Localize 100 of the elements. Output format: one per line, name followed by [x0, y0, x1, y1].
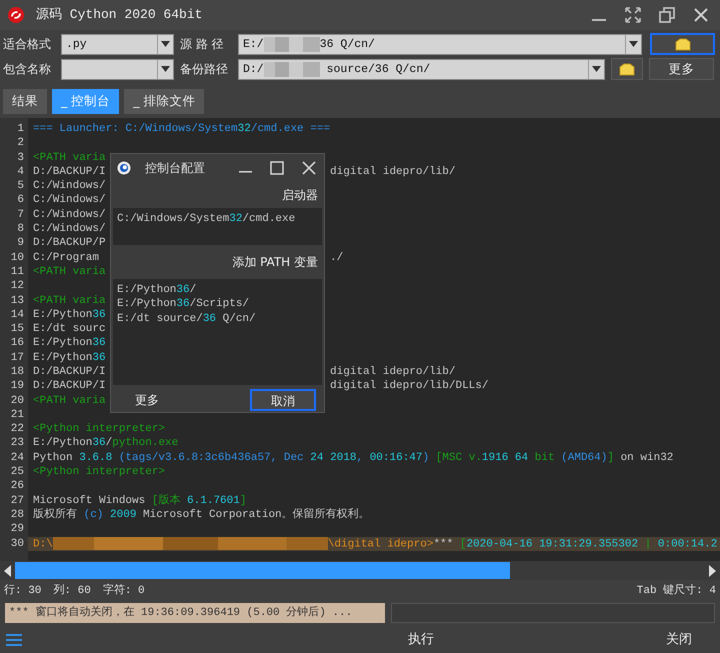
close-button[interactable] [300, 158, 318, 177]
scroll-left-icon[interactable] [3, 564, 13, 577]
line-number: 30 [10, 536, 25, 551]
field-label: 适合格式 [3, 36, 52, 52]
close-button[interactable]: 关闭 [660, 628, 698, 652]
caret-icon [161, 66, 170, 72]
code-text: <PATH varia [33, 152, 106, 164]
tab[interactable]: _ 排除文件 [124, 88, 204, 114]
caret-icon [592, 66, 601, 72]
scrollbar-thumb[interactable] [15, 562, 510, 580]
code-text: C:/Program [33, 252, 100, 264]
run-button[interactable]: 执行 [402, 628, 440, 652]
launcher-field[interactable]: C:/Windows/System32/cmd.exe [113, 208, 322, 245]
more-button[interactable]: 更多 [649, 58, 714, 80]
line-number: 26 [10, 479, 25, 494]
line-number: 29 [10, 522, 25, 537]
window-title: 源码 Cython 2020 64bit [36, 6, 202, 24]
name-select[interactable] [61, 58, 174, 80]
more-button[interactable]: 更多 [119, 388, 175, 411]
line-number: 7 [16, 208, 25, 222]
menu-icon[interactable] [6, 633, 22, 648]
input-field[interactable] [391, 603, 715, 624]
code-text: <Python interpreter> [33, 466, 166, 478]
folder-button[interactable] [611, 58, 643, 80]
field-label: 源 路 径 [180, 36, 225, 52]
line-number: 12 [10, 279, 25, 294]
line-number: 15 [10, 322, 25, 336]
line-number: 14 [10, 308, 25, 322]
line-number: 1 [16, 122, 25, 136]
code-text: C:/Windows/ [33, 180, 106, 192]
maximize-icon [268, 158, 286, 177]
dropdown-arrow[interactable] [157, 34, 173, 54]
status-text: 字符: 0 [102, 582, 145, 599]
code-text: \digital idepro>*** [2020-04-16 19:31:29.355302 | 0:00:14.2 [328, 538, 718, 550]
code-text: D:/BACKUP/I [33, 366, 106, 378]
scroll-right-icon[interactable] [707, 564, 717, 577]
line-number: 13 [10, 294, 25, 308]
code-text: C:/Windows/ [33, 223, 106, 236]
folder-icon [619, 62, 635, 76]
logo-icon [8, 6, 24, 23]
code-text: <Python interpreter> [33, 423, 166, 436]
folder-icon [674, 38, 690, 51]
format-select[interactable]: .py [61, 34, 174, 55]
dropdown-arrow[interactable] [588, 60, 604, 79]
caret-icon [161, 41, 170, 48]
section-label: 添加 PATH 变量 [231, 254, 319, 271]
redacted-block [264, 36, 320, 52]
line-number: 4 [16, 164, 25, 180]
caret-icon [629, 41, 638, 48]
code-text: 版权所有 (c) 2009 Microsoft Corporation。保留所有权利。 [33, 508, 370, 521]
dropdown-arrow[interactable] [157, 60, 173, 79]
code-text: C:/Windows/ [33, 194, 106, 206]
redacted-block [264, 62, 320, 77]
line-number: 18 [10, 364, 25, 380]
tab[interactable]: 结果 [3, 88, 47, 114]
maximize-button[interactable] [268, 158, 286, 177]
line-number: 20 [10, 394, 25, 408]
path-list-field[interactable]: E:/Python36/ E:/Python36/Scripts/ E:/dt source/36 Q/cn/ [113, 278, 322, 385]
line-number: 17 [10, 350, 25, 365]
code-text: E:/Python36/python.exe [33, 437, 178, 450]
dialog-title: 控制台配置 [145, 160, 205, 177]
line-number: 9 [16, 236, 25, 251]
status-text: 列: 60 [53, 583, 91, 599]
code-text: E:/Python36 [33, 308, 106, 321]
folder-button[interactable] [650, 33, 715, 56]
code-text: <PATH varia [33, 394, 106, 407]
line-number: 27 [10, 494, 25, 508]
code-text: digital idepro/lib/ [330, 166, 456, 178]
line-number: 19 [10, 379, 25, 394]
code-text: D:/BACKUP/P [33, 237, 106, 250]
code-text: Microsoft Windows [版本 6.1.7601] [33, 494, 246, 507]
code-text: ./ [330, 252, 344, 264]
status-text: Tab 键尺寸: 4 [636, 583, 716, 599]
dropdown-arrow[interactable] [625, 34, 641, 54]
field-label: 备份路径 [180, 61, 229, 78]
line-number: 16 [10, 336, 25, 351]
code-text: <PATH varia [33, 294, 106, 306]
line-number: 23 [10, 436, 25, 451]
line-number: 10 [10, 250, 25, 265]
line-number: 11 [10, 264, 25, 280]
line-number: 2 [16, 136, 25, 151]
line-number: 28 [10, 508, 25, 522]
close-icon [300, 158, 318, 177]
line-number: 5 [16, 179, 25, 194]
line-number: 21 [10, 408, 25, 422]
line-number: 6 [16, 193, 25, 208]
cancel-button[interactable]: 取消 [250, 388, 316, 411]
code-text: Python 3.6.8 (tags/v3.6.8:3c6b436a57, Dec 24 2018, 00:16:47) [MSC v.1916 64 bit (AMD64)] on win32 [33, 452, 674, 464]
line-number: 25 [10, 465, 25, 480]
line-number: 24 [10, 450, 25, 466]
path-field[interactable]: E:/ 36 Q/cn/ [238, 34, 642, 55]
code-text: E:/dt sourc [33, 323, 106, 336]
path-field[interactable]: D:/ source/36 Q/cn/ [238, 58, 605, 80]
code-text: E:/Python36 [33, 337, 106, 350]
code-text: digital idepro/lib/DLLs/ [330, 380, 488, 392]
code-text: D:/BACKUP/I [33, 380, 106, 392]
line-number: 3 [16, 150, 25, 165]
minimize-icon [238, 170, 252, 173]
minimize-icon [592, 18, 606, 21]
code-text: === Launcher: C:/Windows/System32/cmd.exe === [33, 122, 330, 135]
